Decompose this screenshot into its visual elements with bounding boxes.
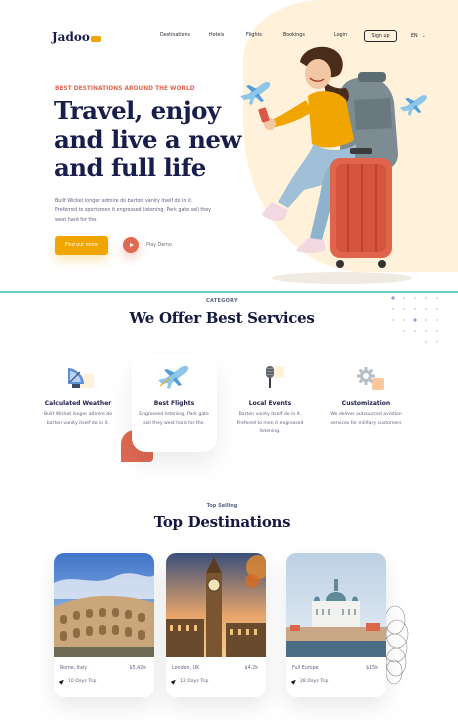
service-card[interactable]: Calculated Weather Built Wicket longer a…: [40, 364, 116, 428]
destination-name: London, UK: [172, 666, 200, 671]
microphone-icon: [250, 364, 290, 390]
signup-button[interactable]: Sign up: [364, 30, 397, 42]
navigation-arrow-icon: [58, 678, 66, 685]
destinations-label: Top Selling: [206, 503, 238, 509]
gear-icon: [346, 364, 386, 390]
services-category-label: CATEGORY: [206, 298, 238, 304]
play-icon: [129, 243, 134, 247]
service-description: We deliver outsourced aviation services …: [330, 412, 402, 426]
traveller-illustration: [258, 46, 412, 284]
trip-duration: 12 Days Trip: [180, 679, 209, 684]
play-demo-button[interactable]: [123, 237, 139, 253]
nav-flights[interactable]: Flights: [246, 33, 262, 38]
destination-card[interactable]: Rome, Italy $5,42k 10 Days Trip: [54, 553, 154, 697]
language-select[interactable]: EN ⌄: [411, 33, 426, 39]
service-title: Customization: [341, 400, 391, 407]
chevron-down-icon: ⌄: [422, 33, 426, 38]
destination-trip: 28 Days Trip: [290, 678, 329, 685]
destination-image: [166, 553, 266, 657]
destination-price: $5,42k: [129, 666, 146, 671]
landing-page: Jadoo Destinations Hotels Flights Bookin…: [0, 0, 458, 720]
play-demo-label[interactable]: Play Demo: [146, 243, 172, 248]
service-description: Barton vanity itself do in it. Prefered …: [236, 412, 304, 435]
destination-image: [286, 553, 386, 657]
nav-hotels[interactable]: Hotels: [209, 33, 224, 38]
destination-trip: 12 Days Trip: [170, 678, 209, 685]
destination-price: $4.2k: [244, 666, 258, 671]
service-card[interactable]: Local Events Barton vanity itself do in …: [232, 364, 308, 437]
navigation-arrow-icon: [170, 678, 178, 685]
section-divider: [0, 291, 458, 293]
navigation-arrow-icon: [290, 678, 298, 685]
service-description: Built Wicket longer admire do barton van…: [43, 412, 113, 426]
destination-trip: 10 Days Trip: [58, 678, 97, 685]
hero-kicker: BEST DESTINATIONS AROUND THE WORLD: [55, 86, 195, 92]
destination-card[interactable]: London, UK $4.2k 12 Days Trip: [166, 553, 266, 697]
destination-price: $15k: [366, 666, 378, 671]
logo-mark-icon: [90, 36, 101, 42]
service-card[interactable]: Customization We deliver outsourced avia…: [328, 364, 404, 428]
service-description: Engrossed listening. Park gate sell they…: [139, 412, 209, 426]
destination-card[interactable]: Full Europe $15k 28 Days Trip: [286, 553, 386, 697]
satellite-dish-icon: [58, 364, 98, 390]
logo-text: Jadoo: [52, 30, 90, 44]
services-title: We Offer Best Services: [129, 309, 315, 327]
nav-destinations[interactable]: Destinations: [160, 33, 190, 38]
service-card[interactable]: Best Flights Engrossed listening. Park g…: [136, 364, 212, 428]
destination-name: Rome, Italy: [60, 666, 88, 671]
language-label: EN: [411, 34, 418, 39]
destination-name: Full Europe: [292, 666, 319, 671]
service-title: Best Flights: [153, 400, 195, 407]
airplane-icon: [154, 364, 194, 390]
login-link[interactable]: Login: [334, 33, 347, 38]
service-title: Calculated Weather: [44, 400, 112, 407]
trip-duration: 28 Days Trip: [300, 679, 329, 684]
destinations-title: Top Destinations: [153, 513, 291, 531]
destination-image: [54, 553, 154, 657]
hero-description: Built Wicket longer admire do barton van…: [55, 199, 212, 223]
trip-duration: 10 Days Trip: [68, 679, 97, 684]
dot-grid-decoration: [391, 296, 438, 343]
service-title: Local Events: [248, 400, 292, 407]
find-out-more-button[interactable]: Find out more: [55, 236, 108, 255]
nav-bookings[interactable]: Bookings: [283, 33, 305, 38]
logo[interactable]: Jadoo: [52, 30, 101, 44]
